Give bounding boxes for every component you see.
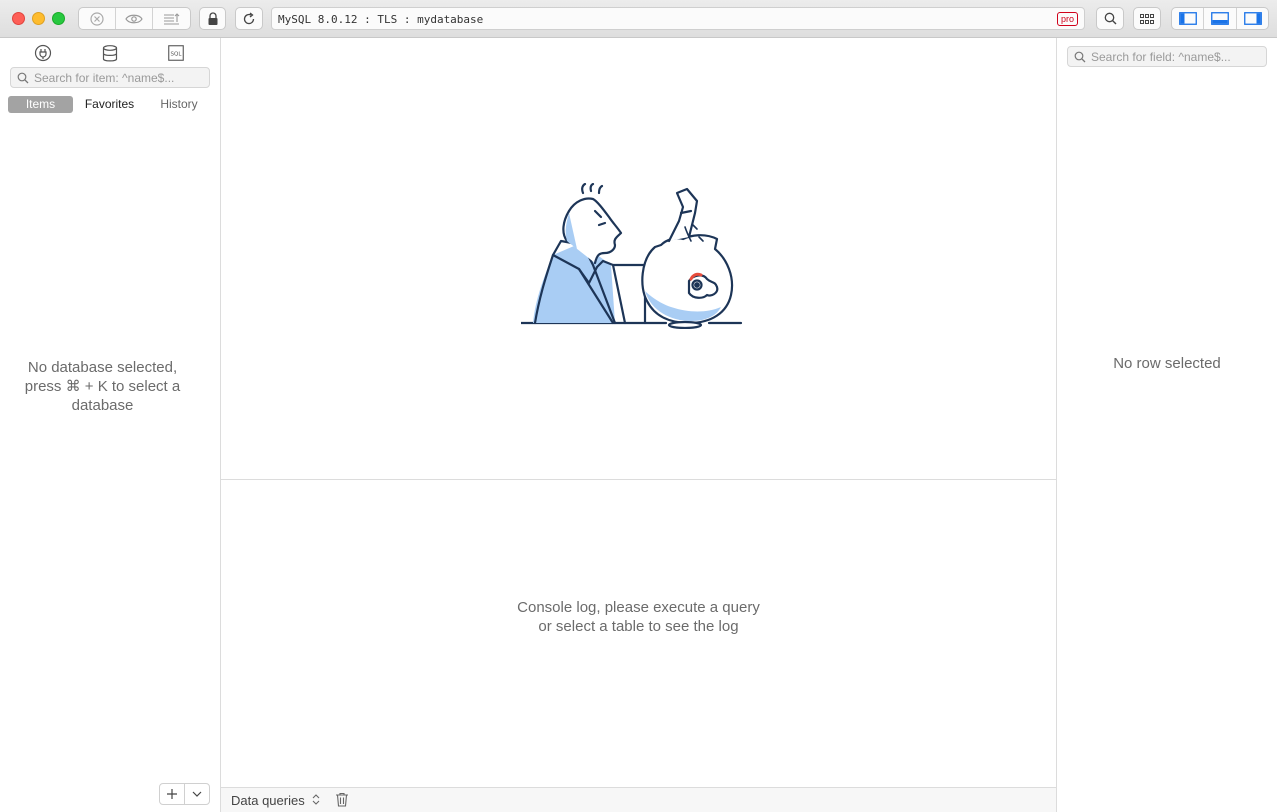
app-window: MySQL 8.0.12 : TLS : mydatabase pro SQL … (0, 0, 1277, 812)
commit-button[interactable] (153, 8, 190, 29)
plug-icon (34, 44, 52, 62)
database-mode-button[interactable] (99, 42, 121, 64)
trash-icon[interactable] (335, 792, 349, 807)
console-message-line-1: Console log, please execute a query (517, 599, 760, 616)
toggle-left-panel-button[interactable] (1172, 8, 1204, 29)
no-database-line-2: press ⌘ + K to select a (24, 378, 181, 395)
connection-info: MySQL 8.0.12 : TLS : mydatabase (278, 13, 484, 26)
left-sidebar-icon (1178, 12, 1197, 25)
no-database-message: No database selected, press ⌘ + K to sel… (10, 358, 195, 415)
search-button[interactable] (1096, 7, 1124, 30)
data-view (221, 38, 1056, 480)
pro-badge[interactable]: pro (1056, 12, 1078, 26)
lock-icon (208, 11, 217, 25)
console-empty-message: Console log, please execute a query or s… (481, 598, 796, 636)
add-item-button[interactable] (160, 784, 185, 804)
preview-button[interactable] (116, 8, 153, 29)
svg-text:SQL: SQL (171, 52, 183, 58)
empty-state-illustration (521, 183, 743, 329)
left-sidebar: SQL Search for item: ^name$... Items Fav… (0, 38, 221, 812)
search-icon (17, 72, 29, 84)
stop-query-button[interactable] (79, 8, 116, 29)
refresh-icon (243, 11, 255, 24)
search-icon (1074, 51, 1086, 63)
no-row-selected-message: No row selected (1113, 355, 1221, 372)
query-controls-group (78, 7, 191, 30)
plus-icon (167, 789, 177, 799)
tab-history[interactable]: History (146, 96, 212, 113)
query-filter-select[interactable]: Data queries (231, 793, 305, 808)
minimize-window-button[interactable] (32, 12, 45, 25)
eye-icon (125, 14, 143, 23)
tab-items[interactable]: Items (8, 96, 73, 113)
reload-button[interactable] (235, 7, 263, 30)
bottom-panel-icon (1211, 12, 1229, 25)
tab-favorites[interactable]: Favorites (73, 96, 146, 113)
cancel-circle-icon (90, 11, 104, 26)
add-item-menu-button[interactable] (185, 784, 209, 804)
database-icon (102, 44, 118, 61)
console-message-line-2: or select a table to see the log (538, 618, 739, 635)
close-window-button[interactable] (12, 12, 25, 25)
grid-icon (1140, 13, 1154, 24)
no-database-line-3: database (71, 397, 134, 414)
no-database-line-1: No database selected, (27, 359, 178, 376)
field-search-placeholder: Search for field: ^name$... (1091, 50, 1231, 64)
sidebar-mode-icons: SQL (0, 42, 220, 64)
field-search-input[interactable]: Search for field: ^name$... (1067, 46, 1267, 67)
right-sidebar-icon (1243, 12, 1262, 25)
connection-mode-button[interactable] (32, 42, 54, 64)
connection-address-bar[interactable]: MySQL 8.0.12 : TLS : mydatabase pro (271, 7, 1085, 30)
sidebar-footer-controls (159, 783, 210, 805)
row-detail-panel: Search for field: ^name$... No row selec… (1056, 38, 1277, 812)
toggle-right-panel-button[interactable] (1237, 8, 1268, 29)
toggle-bottom-panel-button[interactable] (1204, 8, 1237, 29)
item-search-input[interactable]: Search for item: ^name$... (10, 67, 210, 88)
toolbar: MySQL 8.0.12 : TLS : mydatabase pro (0, 0, 1277, 38)
sql-mode-button[interactable]: SQL (165, 42, 187, 64)
zoom-window-button[interactable] (52, 12, 65, 25)
list-upload-icon (163, 12, 179, 25)
search-icon (1104, 12, 1116, 25)
sql-file-icon: SQL (168, 45, 184, 61)
console-log-panel: Console log, please execute a query or s… (221, 480, 1056, 788)
chevron-down-icon (192, 791, 202, 797)
sidebar-tabs: Items Favorites History (8, 96, 212, 113)
panel-toggle-group (1171, 7, 1269, 30)
console-status-bar: Data queries (221, 787, 1056, 812)
grid-view-button[interactable] (1133, 7, 1161, 30)
search-placeholder: Search for item: ^name$... (34, 71, 175, 85)
lock-button[interactable] (199, 7, 226, 30)
select-arrows-icon[interactable] (312, 793, 320, 806)
